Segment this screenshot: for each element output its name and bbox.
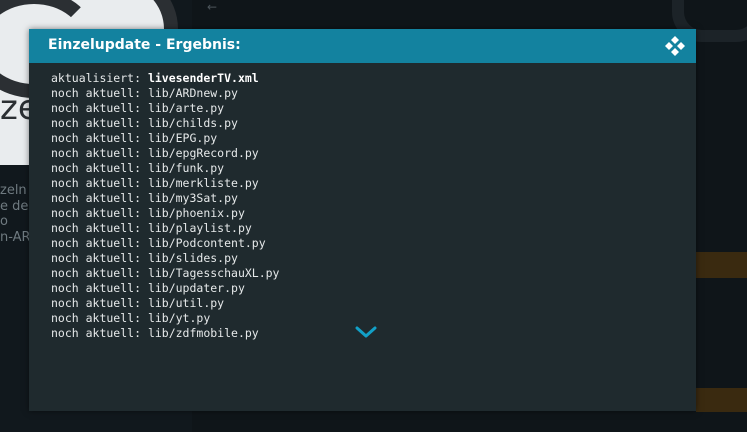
result-file: lib/yt.py — [147, 311, 211, 325]
result-file: lib/my3Sat.py — [147, 191, 238, 205]
result-file: lib/phoenix.py — [147, 206, 245, 220]
kodi-logo-icon — [665, 36, 685, 56]
result-file: lib/arte.py — [147, 101, 225, 115]
result-line: noch aktuell: lib/slides.py — [51, 251, 671, 266]
result-line: noch aktuell: lib/yt.py — [51, 311, 671, 326]
side-text-line: e de — [0, 198, 29, 214]
result-status: noch aktuell: — [51, 206, 148, 220]
result-line: noch aktuell: lib/phoenix.py — [51, 206, 671, 221]
side-text-line: o — [0, 214, 8, 229]
result-line: noch aktuell: lib/merkliste.py — [51, 176, 671, 191]
result-line: noch aktuell: lib/Podcontent.py — [51, 236, 671, 251]
result-line: noch aktuell: lib/arte.py — [51, 101, 671, 116]
result-file: livesenderTV.xml — [147, 71, 259, 85]
result-status: noch aktuell: — [51, 296, 148, 310]
result-file: lib/Podcontent.py — [147, 236, 266, 250]
result-file: lib/merkliste.py — [147, 176, 259, 190]
background-side-text: zeln e de o n-AR — [0, 183, 31, 245]
result-line: aktualisiert: livesenderTV.xml — [51, 71, 671, 86]
result-status: noch aktuell: — [51, 311, 148, 325]
result-status: noch aktuell: — [51, 326, 148, 340]
update-result-dialog: Einzelupdate - Ergebnis: aktualisiert: l… — [29, 29, 696, 411]
result-file: lib/EPG.py — [147, 131, 218, 145]
result-line: noch aktuell: lib/epgRecord.py — [51, 146, 671, 161]
result-status: noch aktuell: — [51, 101, 148, 115]
result-file: lib/childs.py — [147, 116, 238, 130]
result-line: noch aktuell: lib/TagesschauXL.py — [51, 266, 671, 281]
result-file: lib/zdfmobile.py — [147, 326, 259, 340]
result-status: noch aktuell: — [51, 251, 148, 265]
result-file: lib/updater.py — [147, 281, 245, 295]
result-status: noch aktuell: — [51, 221, 148, 235]
result-file: lib/funk.py — [147, 161, 225, 175]
result-status: noch aktuell: — [51, 281, 148, 295]
background-highlight — [696, 388, 747, 412]
result-file: lib/ARDnew.py — [147, 86, 238, 100]
result-file: lib/slides.py — [147, 251, 238, 265]
side-text-line: n-AR — [0, 229, 31, 245]
result-file: lib/epgRecord.py — [147, 146, 259, 160]
result-status: noch aktuell: — [51, 266, 148, 280]
result-line: noch aktuell: lib/playlist.py — [51, 221, 671, 236]
result-file: lib/util.py — [147, 296, 225, 310]
result-status: noch aktuell: — [51, 116, 148, 130]
result-status: noch aktuell: — [51, 176, 148, 190]
result-text-list[interactable]: aktualisiert: livesenderTV.xml noch aktue… — [51, 71, 671, 341]
background-highlight — [696, 252, 747, 278]
result-status: noch aktuell: — [51, 146, 148, 160]
result-line: noch aktuell: lib/my3Sat.py — [51, 191, 671, 206]
result-status: noch aktuell: — [51, 131, 148, 145]
dialog-title: Einzelupdate - Ergebnis: — [48, 37, 241, 53]
result-line: noch aktuell: lib/childs.py — [51, 116, 671, 131]
result-line: noch aktuell: lib/updater.py — [51, 281, 671, 296]
result-status: noch aktuell: — [51, 86, 148, 100]
chevron-down-icon[interactable] — [355, 325, 377, 339]
result-status: noch aktuell: — [51, 191, 148, 205]
result-line: noch aktuell: lib/EPG.py — [51, 131, 671, 146]
dialog-header: Einzelupdate - Ergebnis: — [29, 29, 696, 63]
result-status: noch aktuell: — [51, 236, 148, 250]
side-text-line: zeln — [0, 183, 27, 198]
result-line: noch aktuell: lib/funk.py — [51, 161, 671, 176]
result-status: noch aktuell: — [51, 161, 148, 175]
result-line: noch aktuell: lib/ARDnew.py — [51, 86, 671, 101]
result-status: aktualisiert: — [51, 71, 148, 85]
result-file: lib/playlist.py — [147, 221, 252, 235]
result-file: lib/TagesschauXL.py — [147, 266, 280, 280]
result-line: noch aktuell: lib/util.py — [51, 296, 671, 311]
back-arrow-icon: ← — [207, 0, 218, 14]
